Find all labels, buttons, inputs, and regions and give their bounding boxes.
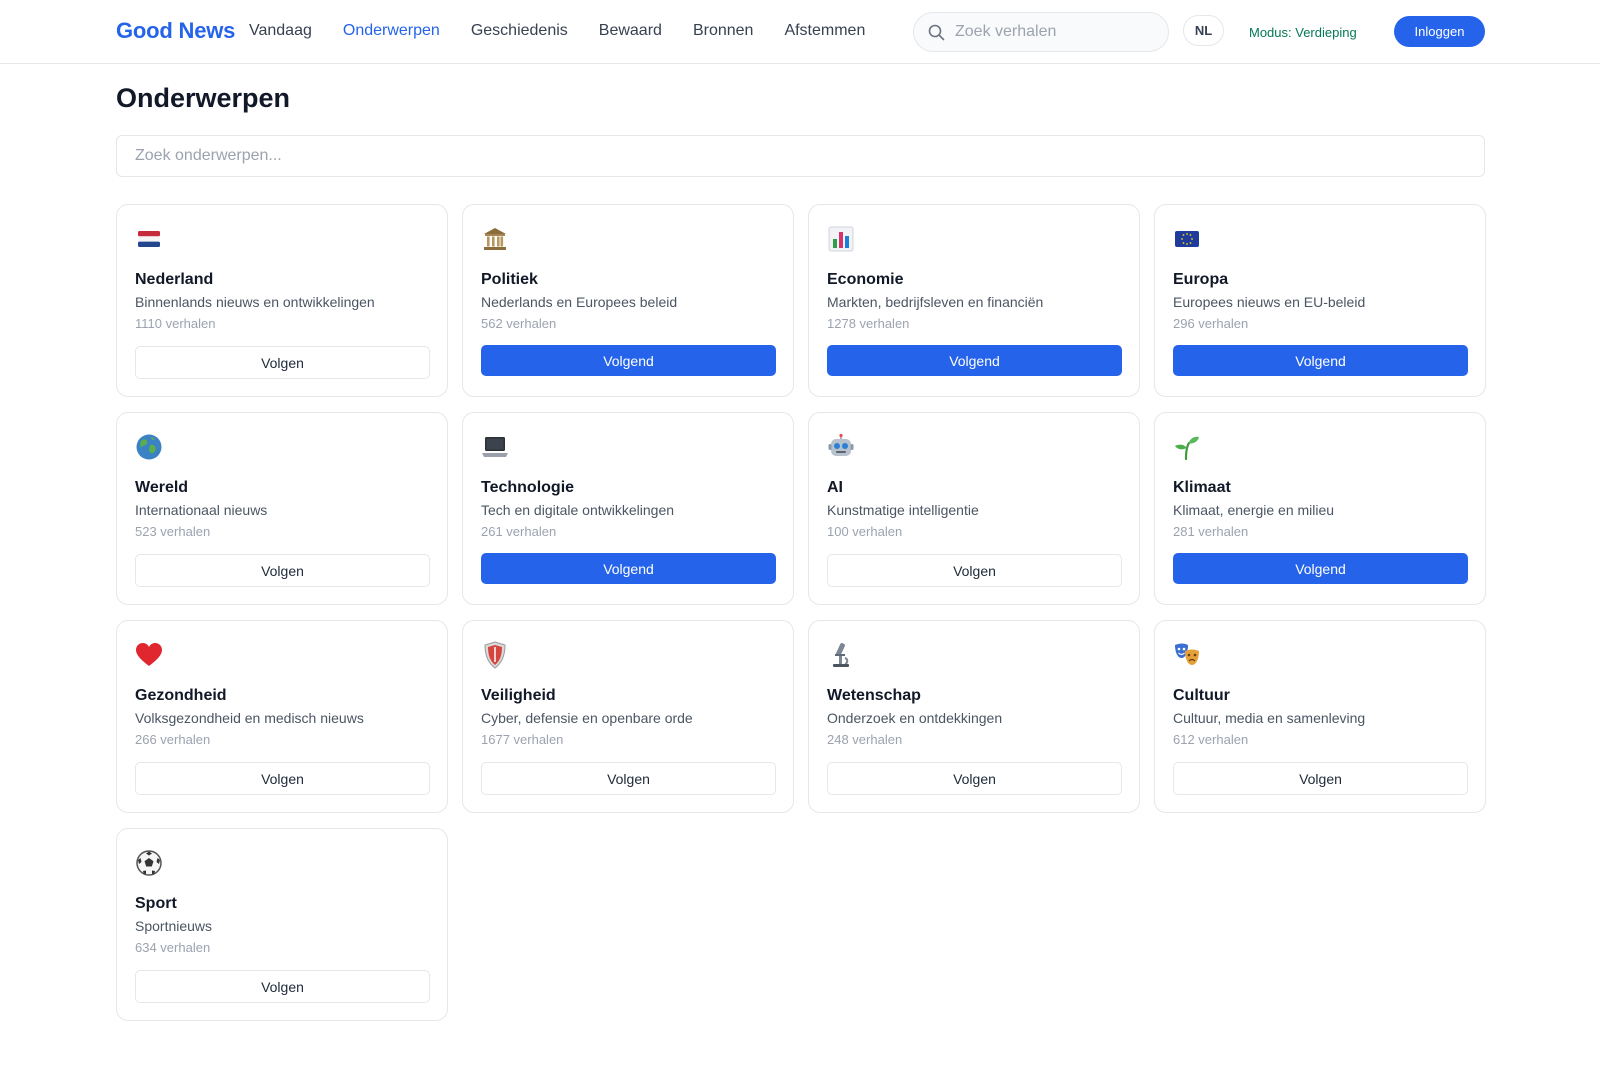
- topic-description: Kunstmatige intelligentie: [827, 502, 979, 518]
- microscope-icon: [827, 641, 855, 669]
- topic-story-count: 266 verhalen: [135, 732, 211, 747]
- topic-card-wetenschap: Wetenschap Onderzoek en ontdekkingen 248…: [808, 620, 1140, 813]
- topic-name: Wereld: [135, 479, 189, 496]
- follow-button[interactable]: Volgen: [135, 762, 430, 795]
- topic-name: Wetenschap: [827, 687, 921, 704]
- laptop-icon: [481, 433, 509, 461]
- topic-card-sport: Sport Sportnieuws 634 verhalen Volgen: [116, 828, 448, 1021]
- topic-card-politiek: Politiek Nederlands en Europees beleid 5…: [462, 204, 794, 397]
- follow-button[interactable]: Volgen: [135, 346, 430, 379]
- topic-search-input[interactable]: [116, 135, 1485, 177]
- theater-masks-icon: [1173, 641, 1201, 669]
- follow-button[interactable]: Volgen: [481, 762, 776, 795]
- topic-story-count: 281 verhalen: [1173, 524, 1249, 539]
- topic-description: Nederlands en Europees beleid: [481, 294, 678, 310]
- topic-description: Europees nieuws en EU-beleid: [1173, 294, 1366, 310]
- topic-card-economie: Economie Markten, bedrijfsleven en finan…: [808, 204, 1140, 397]
- topic-story-count: 261 verhalen: [481, 524, 557, 539]
- topic-story-count: 248 verhalen: [827, 732, 903, 747]
- mode-toggle[interactable]: Modus: Verdieping: [1249, 25, 1357, 40]
- nav-bronnen[interactable]: Bronnen: [693, 22, 754, 44]
- following-button[interactable]: Volgend: [1173, 345, 1468, 376]
- classical-building-icon: [481, 225, 509, 253]
- topic-story-count: 612 verhalen: [1173, 732, 1249, 747]
- topic-story-count: 562 verhalen: [481, 316, 557, 331]
- story-search: [913, 12, 1169, 52]
- topic-card-klimaat: Klimaat Klimaat, energie en milieu 281 v…: [1154, 412, 1486, 605]
- topic-card-technologie: Technologie Tech en digitale ontwikkelin…: [462, 412, 794, 605]
- robot-icon: [827, 433, 855, 461]
- heart-icon: [135, 641, 163, 669]
- topic-story-count: 523 verhalen: [135, 524, 211, 539]
- topic-description: Cyber, defensie en openbare orde: [481, 710, 693, 726]
- topic-story-count: 1110 verhalen: [135, 316, 216, 331]
- main-nav: Vandaag Onderwerpen Geschiedenis Bewaard…: [249, 22, 896, 44]
- topic-description: Internationaal nieuws: [135, 502, 268, 518]
- topic-name: AI: [827, 479, 843, 496]
- topic-card-gezondheid: Gezondheid Volksgezondheid en medisch ni…: [116, 620, 448, 813]
- following-button[interactable]: Volgend: [827, 345, 1122, 376]
- topic-description: Volksgezondheid en medisch nieuws: [135, 710, 364, 726]
- login-button[interactable]: Inloggen: [1394, 16, 1485, 47]
- topic-name: Gezondheid: [135, 687, 227, 704]
- topic-story-count: 634 verhalen: [135, 940, 211, 955]
- shield-icon: [481, 641, 509, 669]
- topic-description: Cultuur, media en samenleving: [1173, 710, 1366, 726]
- seedling-icon: [1173, 433, 1201, 461]
- topic-card-veiligheid: Veiligheid Cyber, defensie en openbare o…: [462, 620, 794, 813]
- topic-card-nederland: Nederland Binnenlands nieuws en ontwikke…: [116, 204, 448, 397]
- follow-button[interactable]: Volgen: [135, 554, 430, 587]
- follow-button[interactable]: Volgen: [827, 554, 1122, 587]
- page-title: Onderwerpen: [116, 83, 291, 113]
- follow-button[interactable]: Volgen: [1173, 762, 1468, 795]
- brand-logo[interactable]: Good News: [116, 18, 235, 44]
- topic-story-count: 100 verhalen: [827, 524, 903, 539]
- nav-bewaard[interactable]: Bewaard: [599, 22, 662, 44]
- globe-icon: [135, 433, 163, 461]
- top-navbar: Good News Vandaag Onderwerpen Geschieden…: [0, 0, 1600, 64]
- soccer-ball-icon: [135, 849, 163, 877]
- eu-flag-icon: [1173, 225, 1201, 253]
- topic-description: Klimaat, energie en milieu: [1173, 502, 1335, 518]
- topic-story-count: 1278 verhalen: [827, 316, 910, 331]
- nav-vandaag[interactable]: Vandaag: [249, 22, 312, 44]
- following-button[interactable]: Volgend: [481, 345, 776, 376]
- topic-name: Technologie: [481, 479, 575, 496]
- topic-card-europa: Europa Europees nieuws en EU-beleid 296 …: [1154, 204, 1486, 397]
- topic-name: Veiligheid: [481, 687, 556, 704]
- topic-name: Cultuur: [1173, 687, 1230, 704]
- topic-name: Politiek: [481, 271, 538, 288]
- topic-name: Nederland: [135, 271, 214, 288]
- bar-chart-icon: [827, 225, 855, 253]
- topic-description: Markten, bedrijfsleven en financiën: [827, 294, 1044, 310]
- topic-card-cultuur: Cultuur Cultuur, media en samenleving 61…: [1154, 620, 1486, 813]
- follow-button[interactable]: Volgen: [827, 762, 1122, 795]
- topic-name: Economie: [827, 271, 904, 288]
- topic-name: Europa: [1173, 271, 1229, 288]
- search-icon: [928, 24, 945, 40]
- topic-name: Sport: [135, 895, 177, 912]
- language-switch[interactable]: NL: [1183, 15, 1224, 46]
- topic-description: Binnenlands nieuws en ontwikkelingen: [135, 294, 375, 310]
- nav-geschiedenis[interactable]: Geschiedenis: [471, 22, 568, 44]
- story-search-input[interactable]: [955, 23, 1155, 41]
- topic-description: Tech en digitale ontwikkelingen: [481, 502, 675, 518]
- following-button[interactable]: Volgend: [1173, 553, 1468, 584]
- follow-button[interactable]: Volgen: [135, 970, 430, 1003]
- netherlands-flag-icon: [135, 225, 163, 253]
- nav-afstemmen[interactable]: Afstemmen: [784, 22, 865, 44]
- topic-card-ai: AI Kunstmatige intelligentie 100 verhale…: [808, 412, 1140, 605]
- topic-story-count: 296 verhalen: [1173, 316, 1249, 331]
- following-button[interactable]: Volgend: [481, 553, 776, 584]
- topic-story-count: 1677 verhalen: [481, 732, 564, 747]
- topic-grid: Nederland Binnenlands nieuws en ontwikke…: [116, 204, 1486, 1021]
- topic-description: Sportnieuws: [135, 918, 213, 934]
- nav-onderwerpen[interactable]: Onderwerpen: [343, 22, 440, 44]
- topic-card-wereld: Wereld Internationaal nieuws 523 verhale…: [116, 412, 448, 605]
- topic-description: Onderzoek en ontdekkingen: [827, 710, 1003, 726]
- topic-name: Klimaat: [1173, 479, 1231, 496]
